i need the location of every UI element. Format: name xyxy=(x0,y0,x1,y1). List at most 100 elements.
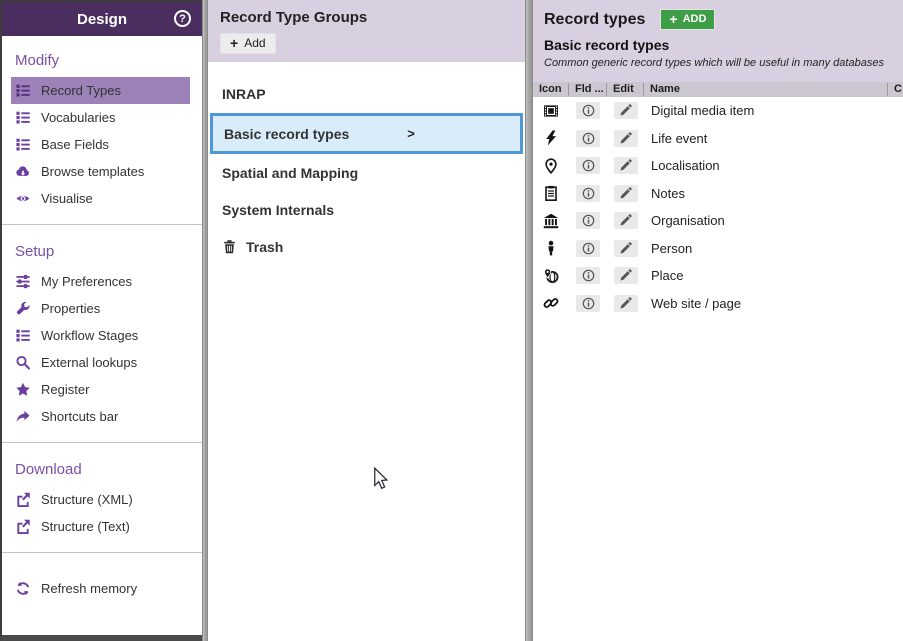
info-button[interactable] xyxy=(576,102,600,119)
sidebar-item-label: Browse templates xyxy=(41,164,144,179)
info-icon xyxy=(582,269,595,282)
info-button[interactable] xyxy=(576,267,600,284)
table-row: Notes xyxy=(533,180,903,208)
pencil-icon xyxy=(619,214,632,227)
sidebar-item-label: Structure (XML) xyxy=(41,492,133,507)
sidebar-divider xyxy=(2,442,202,443)
sidebar-item-label: Properties xyxy=(41,301,100,316)
sidebar-item-register[interactable]: Register xyxy=(2,376,202,403)
edit-button[interactable] xyxy=(614,240,638,257)
column-header-edit: Edit xyxy=(607,83,644,96)
table-row: Organisation xyxy=(533,207,903,235)
pencil-icon xyxy=(619,187,632,200)
column-header-fields: Fld ... xyxy=(569,83,607,96)
group-item-inrap[interactable]: INRAP xyxy=(208,75,525,112)
sidebar-item-refresh-memory[interactable]: Refresh memory xyxy=(2,575,202,602)
sidebar-item-my-preferences[interactable]: My Preferences xyxy=(2,268,202,295)
table-row: Life event xyxy=(533,125,903,153)
table-row: Person xyxy=(533,235,903,263)
sidebar-item-properties[interactable]: Properties xyxy=(2,295,202,322)
record-type-name: Organisation xyxy=(644,213,903,228)
edit-button[interactable] xyxy=(614,185,638,202)
plus-icon: + xyxy=(230,37,238,49)
edit-button[interactable] xyxy=(614,157,638,174)
sidebar-item-structure-xml[interactable]: Structure (XML) xyxy=(2,486,202,513)
table-row: Localisation xyxy=(533,152,903,180)
cloud-download-icon xyxy=(15,164,31,179)
info-button[interactable] xyxy=(576,240,600,257)
sidebar-item-structure-text[interactable]: Structure (Text) xyxy=(2,513,202,540)
panel-splitter[interactable] xyxy=(525,0,533,641)
edit-button[interactable] xyxy=(614,102,638,119)
add-record-type-button-label: ADD xyxy=(683,13,707,25)
pencil-icon xyxy=(619,269,632,282)
sidebar-item-label: Workflow Stages xyxy=(41,328,138,343)
external-link-icon xyxy=(15,492,31,507)
table-row: Digital media item xyxy=(533,97,903,125)
list-icon xyxy=(15,83,31,98)
info-button[interactable] xyxy=(576,295,600,312)
sidebar-item-shortcuts-bar[interactable]: Shortcuts bar xyxy=(2,403,202,430)
refresh-icon xyxy=(15,581,31,596)
map-pin-icon xyxy=(543,158,559,174)
sidebar-item-browse-templates[interactable]: Browse templates xyxy=(2,158,202,185)
group-item-label: INRAP xyxy=(222,86,266,102)
sidebar-item-workflow-stages[interactable]: Workflow Stages xyxy=(2,322,202,349)
record-type-name: Localisation xyxy=(644,158,903,173)
info-button[interactable] xyxy=(576,157,600,174)
info-icon xyxy=(582,297,595,310)
column-header-count: C xyxy=(887,83,903,96)
info-button[interactable] xyxy=(576,185,600,202)
list-icon xyxy=(15,110,31,125)
add-record-type-button[interactable]: + ADD xyxy=(660,9,715,30)
sidebar-divider xyxy=(2,552,202,553)
bank-icon xyxy=(543,213,559,229)
pencil-icon xyxy=(619,132,632,145)
group-item-label: Spatial and Mapping xyxy=(222,165,358,181)
sidebar-header: Design ? xyxy=(2,2,202,36)
pencil-icon xyxy=(619,242,632,255)
edit-button[interactable] xyxy=(614,130,638,147)
column-header-icon: Icon xyxy=(533,83,569,96)
record-type-name: Person xyxy=(644,241,903,256)
group-item-basic-record-types[interactable]: Basic record types > xyxy=(210,113,523,154)
sidebar-item-base-fields[interactable]: Base Fields xyxy=(2,131,202,158)
section-label-download: Download xyxy=(2,461,202,478)
sidebar-item-visualise[interactable]: Visualise xyxy=(2,185,202,212)
info-button[interactable] xyxy=(576,212,600,229)
sidebar-item-external-lookups[interactable]: External lookups xyxy=(2,349,202,376)
sliders-icon xyxy=(15,274,31,289)
edit-button[interactable] xyxy=(614,212,638,229)
edit-button[interactable] xyxy=(614,267,638,284)
clipboard-icon xyxy=(543,185,559,201)
info-icon xyxy=(582,132,595,145)
section-setup: Setup My Preferences Properties Workflow… xyxy=(2,227,202,430)
film-icon xyxy=(543,103,559,119)
bolt-icon xyxy=(543,130,559,146)
records-panel-header: Record types + ADD Basic record types Co… xyxy=(533,0,903,82)
group-item-spatial-and-mapping[interactable]: Spatial and Mapping xyxy=(208,154,525,191)
sidebar-item-label: External lookups xyxy=(41,355,137,370)
info-icon xyxy=(582,187,595,200)
sidebar-item-label: Record Types xyxy=(41,83,121,98)
sidebar-title: Design xyxy=(77,11,127,28)
sidebar-item-label: Register xyxy=(41,382,89,397)
share-arrow-icon xyxy=(15,409,31,424)
info-icon xyxy=(582,159,595,172)
table-row: Place xyxy=(533,262,903,290)
group-item-system-internals[interactable]: System Internals xyxy=(208,191,525,228)
help-icon[interactable]: ? xyxy=(174,10,191,27)
groups-panel-title: Record Type Groups xyxy=(220,9,513,26)
groups-panel-header: Record Type Groups + Add xyxy=(208,0,525,62)
external-link-icon xyxy=(15,519,31,534)
info-button[interactable] xyxy=(576,130,600,147)
group-item-label: System Internals xyxy=(222,202,334,218)
sidebar-item-record-types[interactable]: Record Types xyxy=(11,77,190,104)
record-type-name: Life event xyxy=(644,131,903,146)
sidebar-item-label: My Preferences xyxy=(41,274,132,289)
sidebar-item-vocabularies[interactable]: Vocabularies xyxy=(2,104,202,131)
edit-button[interactable] xyxy=(614,295,638,312)
add-group-button[interactable]: + Add xyxy=(220,33,276,54)
group-item-label: Basic record types xyxy=(224,126,349,142)
group-item-trash[interactable]: Trash xyxy=(208,228,525,265)
